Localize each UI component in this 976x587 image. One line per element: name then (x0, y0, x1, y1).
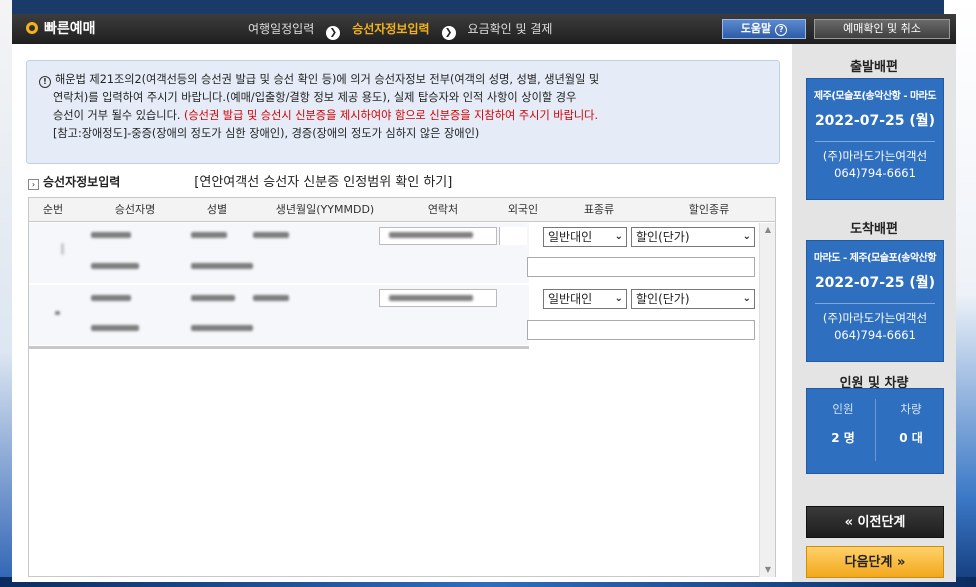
pax-card: 인원 2 명 차량 0 대 (806, 388, 944, 474)
col-foreigner: 외국인 (507, 203, 539, 216)
row-divider (29, 346, 529, 349)
foreigner-field[interactable] (499, 227, 527, 245)
ticket-type-select[interactable]: 일반대인 ⌄ (543, 289, 627, 309)
vehicle-col: 차량 0 대 (879, 401, 943, 446)
arrival-route: 마라도 - 제주(모슬포(송악산항 (813, 253, 937, 264)
circle-logo-icon (26, 22, 38, 34)
gender-blurred (191, 295, 235, 301)
departure-card: 제주(모슬포(송악산항 - 마라도 2022-07-25 (월) (주)마라도가… (806, 78, 944, 200)
id-range-link[interactable]: [연안여객선 승선자 신분증 인정범위 확인 하기] (194, 175, 452, 190)
side-panel: 출발배편 제주(모슬포(송악산항 - 마라도 2022-07-25 (월) (주… (792, 44, 956, 582)
step-payment: 요금확인 및 결제 (467, 22, 553, 36)
notice-line-3-plain: 승선이 거부 될수 있습니다. (53, 109, 184, 122)
section-title: 승선자정보입력 (43, 175, 121, 189)
arrival-company: (주)마라도가는여객선 (822, 311, 928, 325)
departure-label: 출발배편 (850, 60, 898, 75)
col-ticket-type: 표종류 (583, 203, 615, 216)
vehicle-value: 0 대 (899, 431, 923, 445)
arrival-phone: 064)794-6661 (834, 328, 916, 342)
passenger-subinfo-blurred (91, 325, 139, 331)
col-birth: 생년월일(YYMMDD) (275, 203, 375, 216)
next-step-button[interactable]: 다음단계 » (806, 546, 944, 578)
row-seq-2 (55, 311, 60, 315)
passenger-extra-input[interactable] (527, 320, 755, 340)
passenger-name-blurred (91, 295, 131, 301)
background-left (0, 0, 12, 587)
help-button[interactable]: 도움말? (722, 19, 806, 39)
section-header: › 승선자정보입력 [연안여객선 승선자 신분증 인정범위 확인 하기] (28, 172, 768, 192)
col-name: 승선자명 (114, 203, 156, 216)
arrival-card: 마라도 - 제주(모슬포(송악산항 2022-07-25 (월) (주)마라도가… (806, 240, 944, 362)
question-icon: ? (775, 24, 788, 36)
birth-blurred (253, 232, 289, 238)
chevron-down-icon: ⌄ (742, 293, 751, 304)
notice-line-1: 해운법 제21조의2(여객선등의 승선권 발급 및 승선 확인 등)에 의거 승… (55, 73, 600, 86)
passenger-subinfo-blurred (191, 325, 253, 331)
col-gender: 성별 (206, 203, 228, 216)
exclamation-icon: ! (39, 76, 51, 88)
ticket-type-value: 일반대인 (548, 230, 593, 244)
discount-select[interactable]: 할인(단가) ⌄ (631, 289, 755, 309)
passenger-name-blurred (91, 232, 131, 238)
ticket-type-select[interactable]: 일반대인 ⌄ (543, 227, 627, 247)
departure-date: 2022-07-25 (월) (814, 113, 936, 129)
contact-blurred (389, 232, 473, 238)
brand-label: 빠른예매 (44, 21, 96, 37)
passenger-subinfo-blurred (191, 263, 253, 269)
people-value: 2 명 (831, 431, 855, 445)
notice-line-2: 연락처)를 입력하여 주시기 바랍니다.(예매/입출항/결항 정보 제공 용도)… (53, 91, 577, 104)
step-indicator: 여행일정입력 ❯ 승선자정보입력 ❯ 요금확인 및 결제 (248, 14, 552, 44)
top-bar: 빠른예매 여행일정입력 ❯ 승선자정보입력 ❯ 요금확인 및 결제 도움말? 예매확인 … (12, 14, 956, 44)
table-scrollbar[interactable]: ▲ ▼ (759, 223, 775, 577)
chevron-down-icon: ⌄ (614, 231, 623, 242)
passenger-subinfo-blurred (91, 263, 139, 269)
passenger-table: 순번 승선자명 성별 생년월일(YYMMDD) 연락처 외국인 표종류 할인종류… (28, 197, 776, 577)
scroll-up-icon[interactable]: ▲ (760, 223, 776, 237)
gender-blurred (191, 232, 227, 238)
notice-box: ! 해운법 제21조의2(여객선등의 승선권 발급 및 승선 확인 등)에 의거 … (26, 60, 780, 164)
help-button-label: 도움말 (740, 22, 772, 35)
birth-blurred (253, 295, 289, 301)
people-col: 인원 2 명 (811, 401, 875, 446)
divider (875, 399, 876, 461)
chevron-right-box-icon: › (28, 179, 39, 190)
table-body: 일반대인 ⌄ 할인(단가) ⌄ 일반대인 ⌄ 할인(단가) ⌄ (29, 223, 759, 577)
notice-line-3-red: (승선권 발급 및 승선시 신분증을 제시하여야 함으로 신분증을 지참하여 주… (184, 109, 599, 122)
arrival-date: 2022-07-25 (월) (814, 275, 936, 291)
chevron-right-icon: ❯ (441, 26, 456, 40)
departure-company: (주)마라도가는여객선 (822, 149, 928, 163)
brand: 빠른예매 (26, 14, 96, 44)
col-contact: 연락처 (427, 203, 459, 216)
booking-app: 빠른예매 여행일정입력 ❯ 승선자정보입력 ❯ 요금확인 및 결제 도움말? 예매확인 … (12, 14, 956, 582)
chevron-down-icon: ⌄ (742, 231, 751, 242)
step-passenger-input: 승선자정보입력 (352, 22, 430, 36)
booking-check-cancel-button[interactable]: 예매확인 및 취소 (814, 19, 950, 39)
discount-select[interactable]: 할인(단가) ⌄ (631, 227, 755, 247)
chevron-down-icon: ⌄ (614, 293, 623, 304)
row-seq-1 (61, 243, 64, 255)
notice-line-4: [참고:장애정도]-중증(장애의 정도가 심한 장애인), 경증(장애의 정도가… (53, 127, 480, 140)
vehicle-label: 차량 (900, 402, 922, 416)
people-label: 인원 (832, 402, 854, 416)
prev-step-button[interactable]: « 이전단계 (806, 506, 944, 538)
ticket-type-value: 일반대인 (548, 292, 593, 306)
chevron-right-icon: ❯ (326, 26, 341, 40)
departure-route: 제주(모슬포(송악산항 - 마라도 (813, 91, 937, 102)
step-trip-input: 여행일정입력 (248, 22, 315, 36)
passenger-extra-input[interactable] (527, 257, 755, 277)
discount-value: 할인(단가) (636, 292, 690, 306)
col-discount: 할인종류 (688, 203, 730, 216)
scroll-down-icon[interactable]: ▼ (760, 563, 776, 577)
contact-blurred (389, 295, 473, 301)
discount-value: 할인(단가) (636, 230, 690, 244)
notice-line-3: 승선이 거부 될수 있습니다. (승선권 발급 및 승선시 신분증을 제시하여야… (39, 107, 767, 125)
departure-phone: 064)794-6661 (834, 166, 916, 180)
arrival-label: 도착배편 (850, 222, 898, 237)
col-seq: 순번 (42, 203, 64, 216)
table-header: 순번 승선자명 성별 생년월일(YYMMDD) 연락처 외국인 표종류 할인종류 (29, 198, 775, 222)
